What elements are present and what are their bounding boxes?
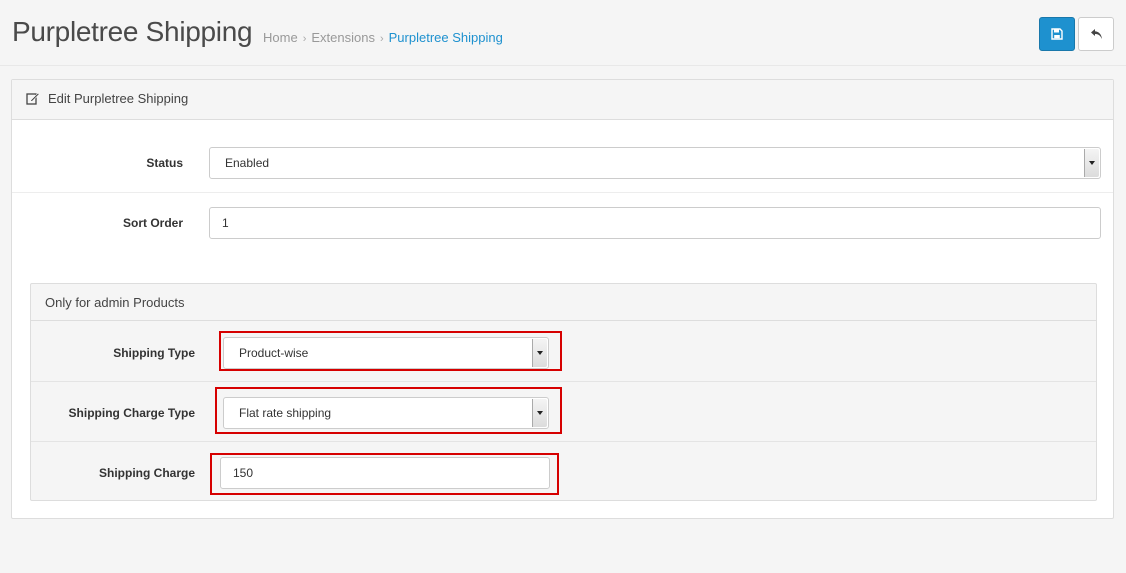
sort-order-input[interactable]: 1 bbox=[209, 207, 1101, 239]
back-button[interactable] bbox=[1078, 17, 1114, 51]
admin-products-heading: Only for admin Products bbox=[31, 284, 1096, 321]
pencil-square-icon bbox=[26, 92, 40, 105]
breadcrumb: Home › Extensions › Purpletree Shipping bbox=[263, 30, 503, 45]
status-value: Enabled bbox=[225, 156, 270, 170]
highlight-box bbox=[215, 387, 562, 434]
floppy-disk-icon bbox=[1051, 28, 1063, 40]
breadcrumb-current[interactable]: Purpletree Shipping bbox=[389, 30, 503, 45]
breadcrumb-extensions[interactable]: Extensions bbox=[311, 30, 375, 45]
save-button[interactable] bbox=[1039, 17, 1075, 51]
shipping-type-label: Shipping Type bbox=[113, 346, 195, 360]
admin-products-panel: Only for admin Products Shipping Type Pr… bbox=[30, 283, 1097, 501]
breadcrumb-separator: › bbox=[302, 33, 307, 45]
reply-arrow-icon bbox=[1090, 29, 1102, 39]
page-title: Purpletree Shipping bbox=[12, 16, 253, 47]
breadcrumb-separator: › bbox=[379, 33, 384, 45]
highlight-box bbox=[210, 453, 559, 495]
highlight-box bbox=[219, 331, 562, 371]
status-select[interactable]: Enabled bbox=[209, 147, 1101, 179]
breadcrumb-home[interactable]: Home bbox=[263, 30, 298, 45]
row-divider bbox=[12, 192, 1113, 193]
shipping-charge-label: Shipping Charge bbox=[99, 466, 195, 480]
page-header: Purpletree Shipping Home › Extensions › Purp… bbox=[0, 0, 1126, 66]
edit-panel: Edit Purpletree Shipping Status Enabled … bbox=[11, 79, 1114, 519]
panel-heading: Edit Purpletree Shipping bbox=[12, 80, 1113, 120]
chevron-down-icon bbox=[1084, 149, 1099, 177]
status-label: Status bbox=[146, 156, 183, 170]
row-divider bbox=[31, 381, 1096, 382]
shipping-charge-type-label: Shipping Charge Type bbox=[68, 406, 195, 420]
sort-order-label: Sort Order bbox=[122, 216, 183, 230]
admin-products-title: Only for admin Products bbox=[45, 295, 185, 310]
row-divider bbox=[31, 441, 1096, 442]
panel-title: Edit Purpletree Shipping bbox=[48, 91, 189, 106]
